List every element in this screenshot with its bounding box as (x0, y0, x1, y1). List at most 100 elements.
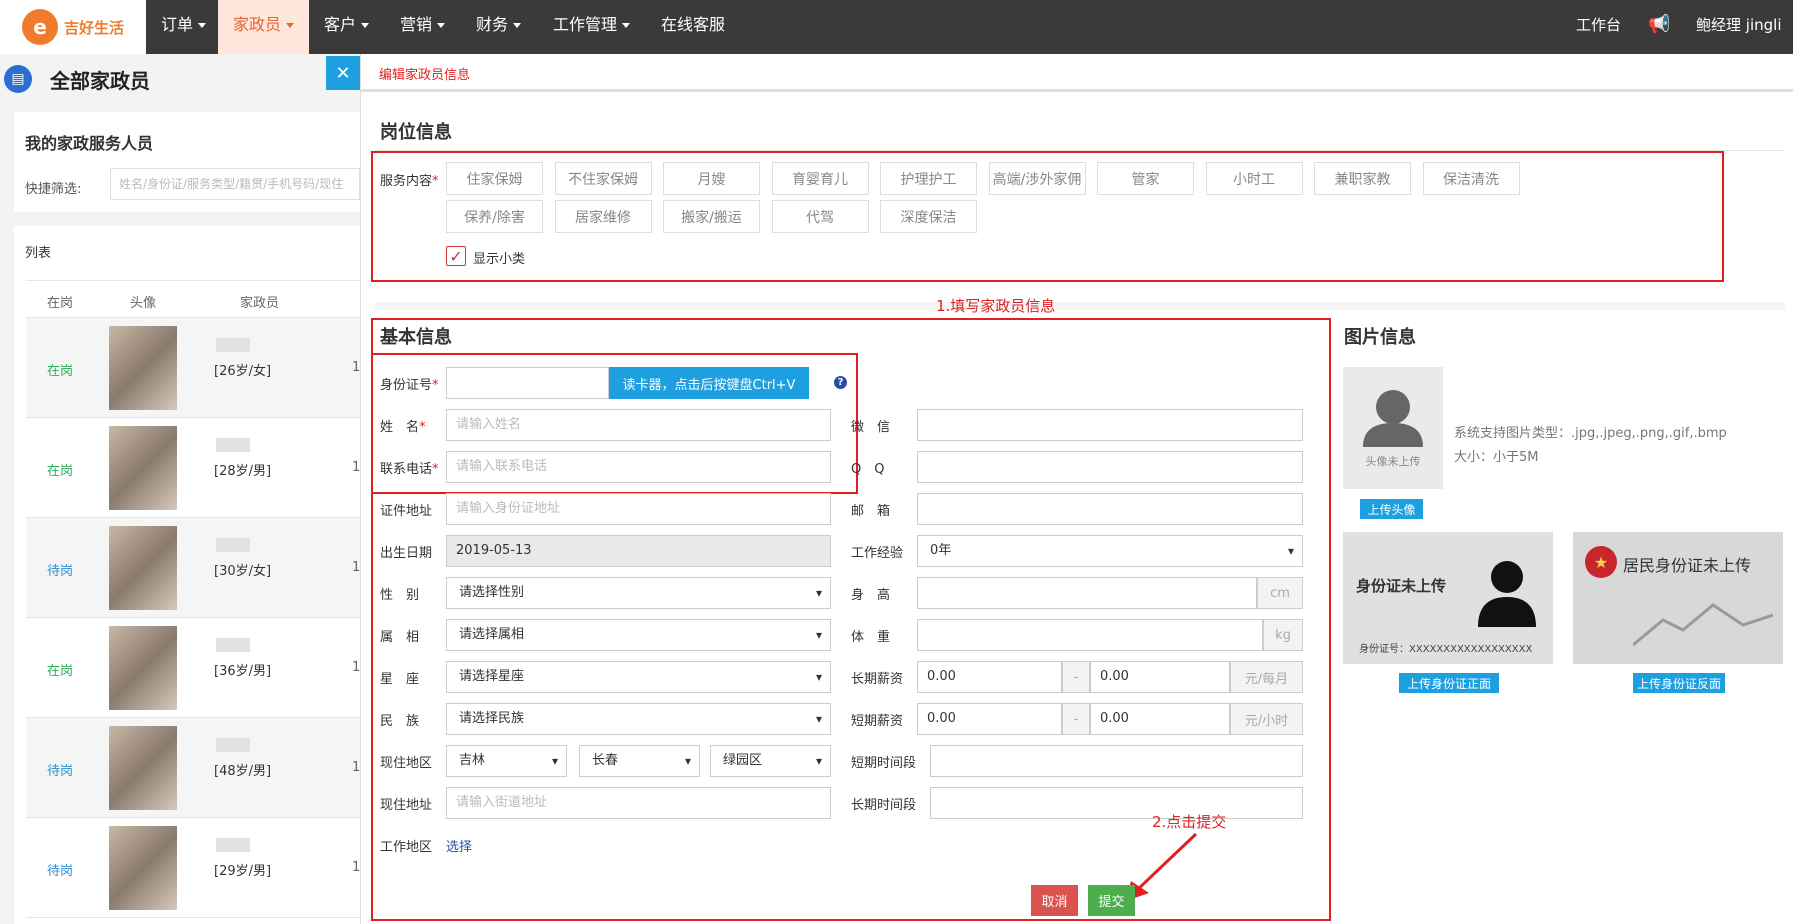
zodiac-select[interactable]: 请选择属相 (446, 619, 831, 651)
card-title: 我的家政服务人员 (25, 134, 154, 153)
logo-icon: e (22, 9, 58, 45)
email-input[interactable] (917, 493, 1303, 525)
show-subcategory-checkbox[interactable]: ✓ (446, 246, 466, 266)
photo-section-title: 图片信息 (1344, 327, 1416, 348)
id-front-placeholder: 身份证未上传 身份证号：XXXXXXXXXXXXXXXXXX (1343, 532, 1553, 664)
row-status: 在岗 (47, 464, 74, 479)
weight-input[interactable] (917, 619, 1263, 651)
great-wall-icon (1633, 603, 1773, 647)
chevron-down-icon (622, 23, 631, 28)
table-row[interactable]: 待岗 [48岁/男] 13 (26, 718, 369, 818)
chevron-down-icon (437, 23, 446, 28)
service-tag[interactable]: 保养/除害 (446, 200, 543, 233)
long-salary-max[interactable]: 0.00 (1090, 661, 1230, 693)
weight-label: 体 重 (851, 630, 891, 645)
nav-work-management[interactable]: 工作管理 (538, 0, 645, 54)
table-row[interactable]: 在岗 [36岁/男] 13 (26, 618, 369, 718)
nation-select[interactable]: 请选择民族 (446, 703, 831, 735)
long-salary-unit: 元/每月 (1230, 661, 1303, 693)
work-area-select-link[interactable]: 选择 (446, 836, 472, 855)
constellation-select[interactable]: 请选择星座 (446, 661, 831, 693)
upload-id-back-button[interactable]: 上传身份证反面 (1633, 673, 1725, 693)
card-reader-button[interactable]: 读卡器，点击后按键盘Ctrl+V (609, 367, 809, 399)
nav-online-service[interactable]: 在线客服 (646, 0, 740, 54)
service-tag[interactable]: 不住家保姆 (554, 162, 652, 195)
nav-customers[interactable]: 客户 (309, 0, 384, 54)
service-label: 服务内容* (380, 174, 439, 189)
city-select[interactable]: 长春 (579, 745, 700, 777)
live-address-input[interactable]: 请输入街道地址 (446, 787, 831, 819)
long-salary-dash: - (1062, 661, 1090, 693)
long-salary-min[interactable]: 0.00 (917, 661, 1062, 693)
zodiac-label: 属 相 (380, 630, 420, 645)
service-tag[interactable]: 兼职家教 (1314, 162, 1411, 195)
service-tag[interactable]: 护理护工 (880, 162, 977, 195)
gender-select[interactable]: 请选择性别 (446, 577, 831, 609)
help-icon[interactable]: ? (834, 376, 847, 389)
nav-marketing[interactable]: 营销 (385, 0, 460, 54)
id-address-input[interactable]: 请输入身份证地址 (446, 493, 831, 525)
chevron-down-icon (513, 23, 522, 28)
close-panel-button[interactable]: ✕ (326, 56, 360, 90)
work-area-label: 工作地区 (380, 840, 433, 855)
upload-id-front-button[interactable]: 上传身份证正面 (1399, 673, 1499, 693)
col-status: 在岗 (47, 296, 74, 311)
service-tag[interactable]: 保洁清洗 (1422, 162, 1520, 195)
experience-label: 工作经验 (851, 546, 904, 561)
experience-select[interactable]: 0年 (917, 535, 1303, 567)
live-address-label: 现住地址 (380, 798, 433, 813)
service-tag[interactable]: 育婴育儿 (771, 162, 869, 195)
province-select[interactable]: 吉林 (446, 745, 567, 777)
service-tag[interactable]: 月嫂 (663, 162, 760, 195)
qq-input[interactable] (917, 451, 1303, 483)
id-number-input[interactable] (446, 367, 609, 399)
name-blur (216, 838, 250, 852)
logo[interactable]: e 吉好生活 (0, 0, 146, 54)
submit-button[interactable]: 提交 (1088, 885, 1135, 916)
district-select[interactable]: 绿园区 (710, 745, 831, 777)
nav-finance[interactable]: 财务 (461, 0, 536, 54)
avatar-placeholder: 头像未上传 (1343, 367, 1443, 489)
nation-label: 民 族 (380, 714, 420, 729)
megaphone-icon[interactable]: 📢 (1648, 0, 1670, 50)
height-unit: cm (1257, 577, 1303, 609)
height-input[interactable] (917, 577, 1257, 609)
short-salary-max[interactable]: 0.00 (1090, 703, 1230, 735)
birth-input[interactable]: 2019-05-13 (446, 535, 831, 567)
filter-card: 我的家政服务人员 快捷筛选: 姓名/身份证/服务类型/籍贯/手机号码/现住 (14, 112, 360, 212)
service-tag[interactable]: 居家维修 (554, 200, 652, 233)
service-tag[interactable]: 搬家/搬运 (663, 200, 760, 233)
row-status: 在岗 (47, 364, 74, 379)
qq-label: Q Q (851, 462, 885, 477)
cancel-button[interactable]: 取消 (1031, 885, 1078, 916)
short-salary-min[interactable]: 0.00 (917, 703, 1062, 735)
phone-input[interactable]: 请输入联系电话 (446, 451, 831, 483)
service-tag[interactable]: 代驾 (771, 200, 869, 233)
service-tag[interactable]: 管家 (1097, 162, 1194, 195)
table-row[interactable]: 待岗 [29岁/男] 15 (26, 818, 369, 918)
name-input[interactable]: 请输入姓名 (446, 409, 831, 441)
id-address-label: 证件地址 (380, 504, 433, 519)
row-age-gender: [48岁/男] (214, 764, 272, 779)
wechat-input[interactable] (917, 409, 1303, 441)
nav-housekeepers[interactable]: 家政员 (218, 0, 310, 54)
long-time-input[interactable] (930, 787, 1303, 819)
person-icon (1478, 561, 1536, 627)
service-tag[interactable]: 小时工 (1205, 162, 1303, 195)
service-tag[interactable]: 深度保洁 (880, 200, 977, 233)
table-row[interactable]: 在岗 [28岁/男] 15 (26, 418, 369, 518)
short-time-input[interactable] (930, 745, 1303, 777)
chevron-down-icon (286, 23, 295, 28)
service-tag[interactable]: 住家保姆 (446, 162, 543, 195)
region-label: 现住地区 (380, 756, 433, 771)
filter-input[interactable]: 姓名/身份证/服务类型/籍贯/手机号码/现住 (110, 168, 360, 200)
workbench-link[interactable]: 工作台 (1576, 0, 1621, 50)
upload-avatar-button[interactable]: 上传头像 (1360, 499, 1423, 519)
phone-label: 联系电话* (380, 462, 439, 477)
service-tag[interactable]: 高端/涉外家佣 (988, 162, 1086, 195)
table-row[interactable]: 在岗 [26岁/女] 13 (26, 318, 369, 418)
nav-orders[interactable]: 订单 (146, 0, 221, 54)
table-row[interactable]: 待岗 [30岁/女] 15 (26, 518, 369, 618)
edit-panel: 编辑家政员信息 岗位信息 服务内容* 住家保姆 不住家保姆 月嫂 育婴育儿 护理护工 高端… (360, 54, 1793, 924)
show-subcategory-label: 显示小类 (473, 252, 526, 267)
